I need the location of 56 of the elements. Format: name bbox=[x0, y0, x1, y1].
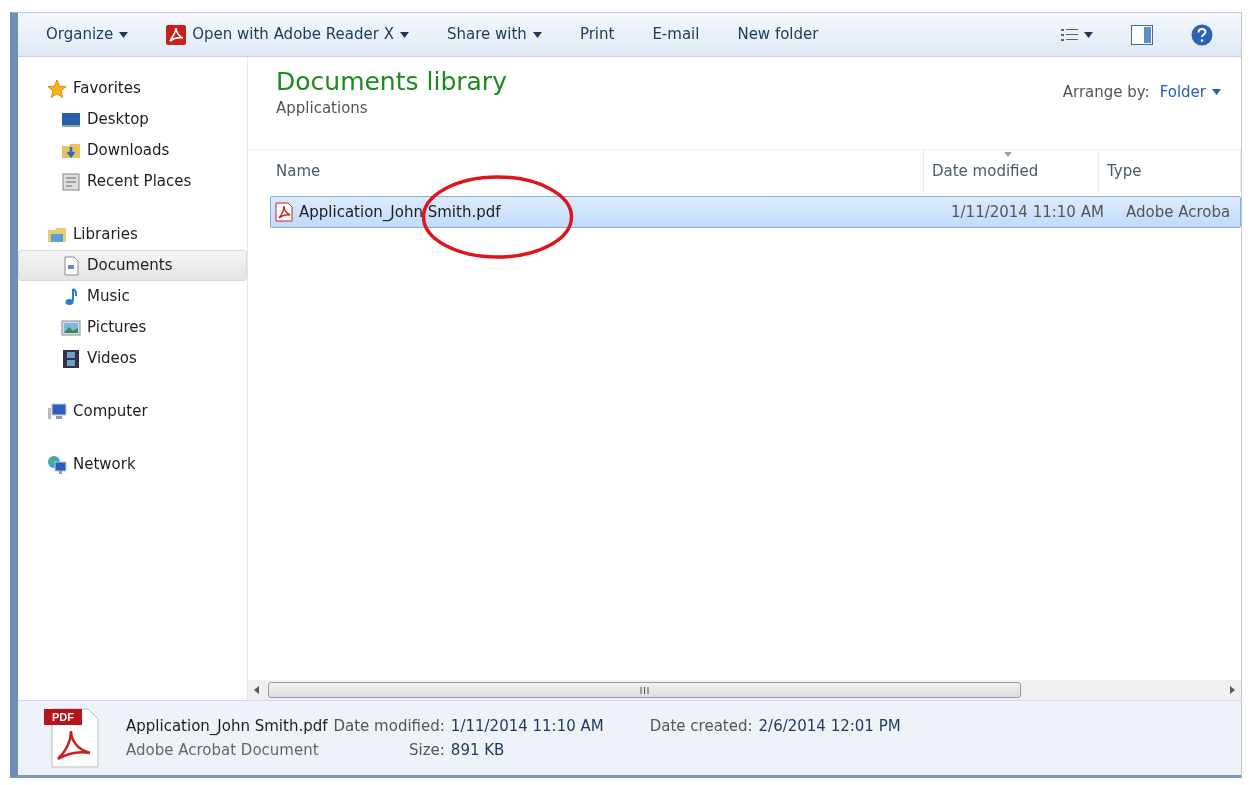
file-type: Adobe Acrobat Document bbox=[126, 740, 320, 761]
document-icon bbox=[61, 255, 81, 276]
nav-item[interactable]: Downloads bbox=[18, 135, 247, 166]
toolbar-menu-button[interactable]: Share with bbox=[439, 19, 550, 50]
nav-item[interactable]: Videos bbox=[18, 343, 247, 374]
nav-item[interactable]: Computer bbox=[18, 396, 247, 427]
column-header[interactable]: Date modified bbox=[924, 150, 1099, 192]
scroll-left-icon[interactable] bbox=[254, 686, 260, 694]
toolbar-button[interactable]: New folder bbox=[729, 19, 827, 50]
view-list-icon bbox=[1061, 27, 1078, 42]
grip-icon bbox=[639, 686, 649, 694]
file-row[interactable]: Application_John Smith.pdf 1/11/2014 11:10 AM Adobe Acroba bbox=[270, 196, 1241, 228]
nav-item[interactable]: Music bbox=[18, 281, 247, 312]
star-icon bbox=[47, 78, 67, 99]
caret-icon bbox=[532, 31, 542, 38]
caret-icon bbox=[400, 31, 409, 38]
nav-item[interactable]: Network bbox=[18, 449, 247, 480]
file-name: Application_John Smith.pdf bbox=[299, 201, 501, 223]
toolbar-button[interactable]: E-mail bbox=[644, 19, 708, 50]
caret-icon bbox=[1212, 89, 1221, 96]
film-icon bbox=[61, 348, 81, 369]
date-modified-cell-text: 1/11/2014 11:10 AM bbox=[950, 201, 1105, 223]
size-label: Size: bbox=[408, 740, 445, 761]
scroll-right-icon[interactable] bbox=[1229, 686, 1235, 694]
toolbar-menu-button[interactable]: Organize bbox=[38, 19, 137, 50]
nav-item[interactable]: Recent Places bbox=[18, 166, 247, 197]
file-name: Application_John Smith.pdf bbox=[126, 715, 328, 737]
nav-item[interactable]: Documents bbox=[18, 250, 247, 281]
picture-icon bbox=[61, 317, 81, 338]
nav-item[interactable]: Desktop bbox=[18, 104, 247, 135]
nav-item[interactable]: Favorites bbox=[18, 73, 247, 104]
network-icon bbox=[47, 454, 67, 475]
arrange-by-label: Arrange by: bbox=[1062, 82, 1150, 103]
date-modified-value: 1/11/2014 11:10 AM bbox=[450, 715, 604, 737]
toolbar-button[interactable]: Print bbox=[571, 19, 623, 50]
type-cell-text: Adobe Acroba bbox=[1125, 201, 1232, 223]
size-value: 891 KB bbox=[450, 740, 506, 761]
nav-item[interactable]: Pictures bbox=[18, 312, 247, 343]
column-header[interactable]: Name bbox=[248, 150, 924, 192]
nav-item[interactable]: Libraries bbox=[18, 219, 247, 250]
toolbar-menu-button[interactable]: Open with Adobe Reader X bbox=[158, 19, 417, 50]
library-title: Documents library bbox=[276, 67, 507, 97]
pdf-file-icon bbox=[275, 202, 293, 222]
date-modified-label: Date modified: bbox=[333, 715, 445, 737]
arrange-by-dropdown[interactable]: Folder bbox=[1159, 81, 1221, 104]
preview-pane-icon bbox=[1131, 24, 1153, 45]
column-header[interactable]: Type bbox=[1099, 150, 1241, 192]
computer-icon bbox=[47, 401, 67, 422]
caret-icon bbox=[1084, 31, 1093, 38]
page-list-icon bbox=[61, 171, 81, 192]
caret-icon bbox=[119, 31, 129, 38]
library-subtitle: Applications bbox=[276, 98, 369, 119]
pdf-icon bbox=[166, 24, 187, 45]
date-created-value: 2/6/2014 12:01 PM bbox=[758, 715, 901, 737]
help-icon bbox=[1191, 23, 1213, 46]
date-created-label: Date created: bbox=[649, 715, 753, 737]
